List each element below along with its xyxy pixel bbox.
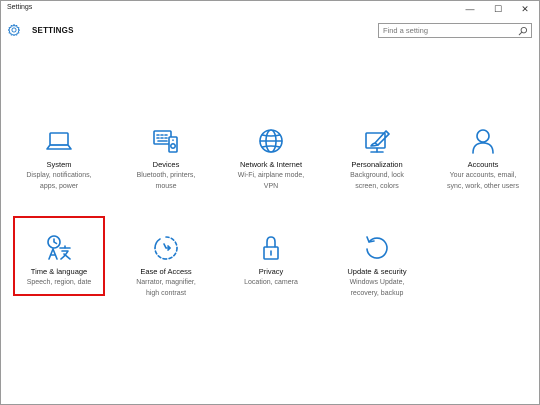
tile-label: System xyxy=(46,160,72,169)
tile-update-security[interactable]: Update & security Windows Update, recover… xyxy=(326,234,428,310)
close-icon: ✕ xyxy=(521,3,529,14)
minimize-icon: — xyxy=(465,4,475,14)
minimize-button[interactable]: — xyxy=(456,1,484,17)
person-icon xyxy=(472,129,494,154)
settings-window: Settings — ☐ ✕ SETTINGS System xyxy=(0,0,540,405)
devices-icon xyxy=(153,130,178,153)
tile-system[interactable]: System Display, notifications, apps, powe… xyxy=(8,127,110,203)
search-icon[interactable] xyxy=(518,26,528,36)
gear-icon[interactable] xyxy=(7,23,21,37)
tile-accounts[interactable]: Accounts Your accounts, email, sync, work… xyxy=(432,127,534,203)
tile-label: Privacy xyxy=(258,267,284,276)
tile-ease-of-access[interactable]: Ease of Access Narrator, magnifier, high … xyxy=(115,234,217,310)
tile-description: Background, lock screen, colors xyxy=(350,172,404,190)
selection-highlight xyxy=(13,216,105,296)
lock-icon xyxy=(263,236,279,260)
tile-label: Devices xyxy=(152,160,180,169)
tile-label: Update & security xyxy=(347,267,407,276)
tile-network-internet[interactable]: Network & Internet Wi-Fi, airplane mode,… xyxy=(220,127,322,203)
tile-label: Accounts xyxy=(467,160,499,169)
tile-label: Personalization xyxy=(351,160,403,169)
search-box[interactable] xyxy=(378,23,532,38)
settings-header: SETTINGS xyxy=(1,17,539,45)
tile-privacy[interactable]: Privacy Location, camera xyxy=(220,234,322,310)
tile-devices[interactable]: Devices Bluetooth, printers, mouse xyxy=(115,127,217,203)
search-input[interactable] xyxy=(383,25,513,36)
page-title: SETTINGS xyxy=(32,26,74,35)
tile-personalization[interactable]: Personalization Background, lock screen, … xyxy=(326,127,428,203)
window-title: Settings xyxy=(7,4,33,11)
maximize-button[interactable]: ☐ xyxy=(484,1,512,17)
close-button[interactable]: ✕ xyxy=(511,1,539,17)
tile-description: Location, camera xyxy=(244,279,298,286)
tile-label: Ease of Access xyxy=(140,267,192,276)
tile-label: Network & Internet xyxy=(239,160,303,169)
globe-icon xyxy=(259,129,283,153)
tile-description: Narrator, magnifier, high contrast xyxy=(136,279,196,297)
title-bar: Settings — ☐ ✕ xyxy=(1,1,539,17)
laptop-icon xyxy=(46,132,72,150)
tile-description: Bluetooth, printers, mouse xyxy=(136,172,196,190)
tile-description: Wi-Fi, airplane mode, VPN xyxy=(237,172,305,190)
update-icon xyxy=(366,236,388,259)
maximize-icon: ☐ xyxy=(493,3,503,14)
ease-of-access-icon xyxy=(154,236,178,260)
tile-description: Display, notifications, apps, power xyxy=(26,172,92,190)
tile-description: Windows Update, recovery, backup xyxy=(349,279,405,297)
paint-icon xyxy=(365,130,390,153)
tile-description: Your accounts, email, sync, work, other u… xyxy=(447,172,519,190)
